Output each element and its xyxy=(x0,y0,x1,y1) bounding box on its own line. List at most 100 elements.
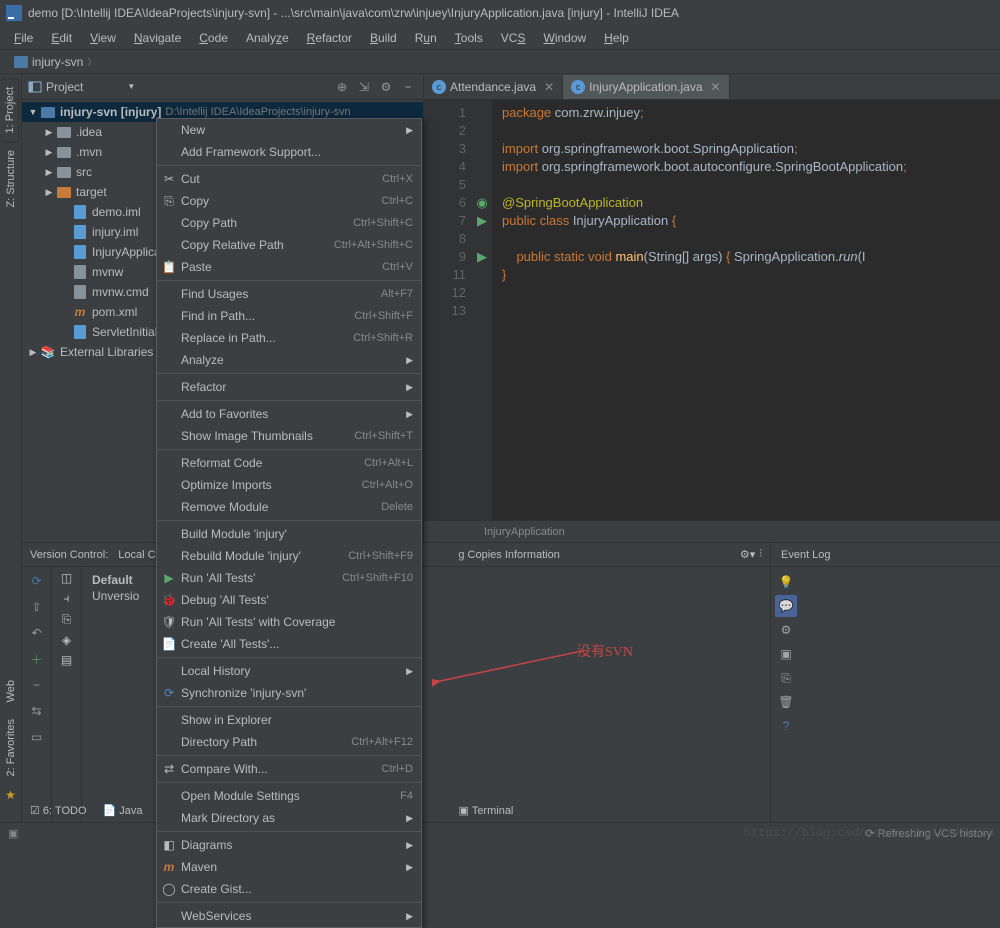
close-icon[interactable]: ✕ xyxy=(711,80,721,94)
hide-icon[interactable]: − xyxy=(399,78,417,96)
menu-optimize-imports[interactable]: Optimize ImportsCtrl+Alt+O xyxy=(157,474,421,496)
menu-find-usages[interactable]: Find UsagesAlt+F7 xyxy=(157,283,421,305)
tab-favorites[interactable]: 2: Favorites xyxy=(3,711,19,784)
balloon-icon[interactable]: 💡 xyxy=(775,571,797,593)
add-icon[interactable]: ＋ xyxy=(27,649,47,669)
changelist-unversioned[interactable]: Unversio xyxy=(92,589,139,603)
refresh-icon[interactable]: ⟳ xyxy=(27,571,47,591)
maven-icon: m xyxy=(161,859,177,875)
vcs-wc-info[interactable]: g Copies Information xyxy=(458,549,560,561)
menu-debug-all-tests[interactable]: 🐞Debug 'All Tests' xyxy=(157,589,421,611)
editor-tab-injury-app[interactable]: c InjuryApplication.java ✕ xyxy=(563,75,729,99)
tab-java[interactable]: 📄 Java xyxy=(103,804,143,817)
menu-run[interactable]: Run xyxy=(407,29,445,47)
menu-webservices[interactable]: WebServices▶ xyxy=(157,905,421,927)
star-icon[interactable]: ★ xyxy=(5,788,16,802)
menu-navigate[interactable]: Navigate xyxy=(126,29,189,47)
gear-icon[interactable]: ⚙ xyxy=(377,78,395,96)
shelf-icon[interactable]: ▭ xyxy=(27,727,47,747)
run-gutter-icon[interactable]: ▶ xyxy=(477,249,487,265)
menu-analyze[interactable]: Analyze xyxy=(238,29,297,47)
commit-icon[interactable]: ⇧ xyxy=(27,597,47,617)
menu-window[interactable]: Window xyxy=(535,29,594,47)
menu-build-module[interactable]: Build Module 'injury' xyxy=(157,523,421,545)
remove-icon[interactable]: − xyxy=(27,675,47,695)
title-bar: demo [D:\Intellij IDEA\IdeaProjects\inju… xyxy=(0,0,1000,26)
menu-synchronize[interactable]: ⟳Synchronize 'injury-svn' xyxy=(157,682,421,704)
menu-reformat[interactable]: Reformat CodeCtrl+Alt+L xyxy=(157,452,421,474)
spring-boot-icon[interactable]: ◉ xyxy=(476,195,487,211)
editor-body[interactable]: 123456789111213 ◉ ▶ ▶ package com.zrw.in… xyxy=(424,100,1000,520)
menu-maven[interactable]: mMaven▶ xyxy=(157,856,421,878)
settings-icon[interactable]: ⚙ xyxy=(775,619,797,641)
help-icon[interactable]: ? xyxy=(775,715,797,737)
hide-icon[interactable]: ⫶ xyxy=(759,548,762,561)
menu-compare-with[interactable]: ⇄Compare With...Ctrl+D xyxy=(157,758,421,780)
menu-run-coverage[interactable]: 🛡Run 'All Tests' with Coverage xyxy=(157,611,421,633)
tab-structure[interactable]: Z: Structure xyxy=(3,142,19,215)
revert-icon[interactable]: ↶ xyxy=(27,623,47,643)
tab-terminal[interactable]: ▣ Terminal xyxy=(459,804,514,817)
menu-cut[interactable]: ✂CutCtrl+X xyxy=(157,168,421,190)
menu-copy[interactable]: ⎘CopyCtrl+C xyxy=(157,190,421,212)
menu-new[interactable]: New▶ xyxy=(157,119,421,141)
changelist-default[interactable]: Default xyxy=(92,573,139,587)
tab-project[interactable]: 1: Project xyxy=(2,78,19,142)
gear-icon[interactable]: ⚙▾ xyxy=(740,548,755,561)
filter-icon[interactable]: ▤ xyxy=(61,653,72,667)
mark-read-icon[interactable]: ▣ xyxy=(775,643,797,665)
menu-copy-path[interactable]: Copy PathCtrl+Shift+C xyxy=(157,212,421,234)
menu-analyze[interactable]: Analyze▶ xyxy=(157,349,421,371)
locate-icon[interactable]: ⊕ xyxy=(333,78,351,96)
menu-remove-module[interactable]: Remove ModuleDelete xyxy=(157,496,421,518)
group-icon[interactable]: ◫ xyxy=(61,571,72,585)
code-content[interactable]: package com.zrw.injuey; import org.sprin… xyxy=(492,100,907,520)
delete-icon[interactable]: 🗑 xyxy=(775,691,797,713)
menu-paste[interactable]: 📋PasteCtrl+V xyxy=(157,256,421,278)
menu-create-gist[interactable]: ◯Create Gist... xyxy=(157,878,421,900)
copy-icon[interactable]: ⎘ xyxy=(775,667,797,689)
tab-todo[interactable]: ☑ 6: TODO xyxy=(30,804,87,817)
diff-icon[interactable]: ⇆ xyxy=(27,701,47,721)
menu-replace-in-path[interactable]: Replace in Path...Ctrl+Shift+R xyxy=(157,327,421,349)
menu-file[interactable]: File xyxy=(6,29,41,47)
menu-find-in-path[interactable]: Find in Path...Ctrl+Shift+F xyxy=(157,305,421,327)
menu-show-explorer[interactable]: Show in Explorer xyxy=(157,709,421,731)
editor-breadcrumb[interactable]: InjuryApplication xyxy=(424,520,1000,542)
menu-code[interactable]: Code xyxy=(191,29,236,47)
menu-copy-rel-path[interactable]: Copy Relative PathCtrl+Alt+Shift+C xyxy=(157,234,421,256)
menu-diagrams[interactable]: ◧Diagrams▶ xyxy=(157,834,421,856)
menu-run-all-tests[interactable]: ▶Run 'All Tests'Ctrl+Shift+F10 xyxy=(157,567,421,589)
menu-mark-directory[interactable]: Mark Directory as▶ xyxy=(157,807,421,829)
preview-icon[interactable]: ◈ xyxy=(62,633,71,647)
menu-vcs[interactable]: VCS xyxy=(493,29,534,47)
menu-module-settings[interactable]: Open Module SettingsF4 xyxy=(157,785,421,807)
left-gutter: 1: Project Z: Structure Web 2: Favorites… xyxy=(0,74,22,822)
menu-refactor[interactable]: Refactor xyxy=(299,29,360,47)
run-gutter-icon[interactable]: ▶ xyxy=(477,213,487,229)
menu-create-tests[interactable]: 📄Create 'All Tests'... xyxy=(157,633,421,655)
menu-show-thumbnails[interactable]: Show Image ThumbnailsCtrl+Shift+T xyxy=(157,425,421,447)
editor-tab-attendance[interactable]: c Attendance.java ✕ xyxy=(424,75,563,99)
copy-icon[interactable]: ⎘ xyxy=(62,612,72,627)
menu-view[interactable]: View xyxy=(82,29,124,47)
menu-rebuild-module[interactable]: Rebuild Module 'injury'Ctrl+Shift+F9 xyxy=(157,545,421,567)
project-view-dropdown[interactable]: Project ▼ xyxy=(28,80,327,94)
status-icon[interactable]: ▣ xyxy=(8,827,18,840)
menu-add-favorites[interactable]: Add to Favorites▶ xyxy=(157,403,421,425)
menu-tools[interactable]: Tools xyxy=(447,29,491,47)
menu-directory-path[interactable]: Directory PathCtrl+Alt+F12 xyxy=(157,731,421,753)
breadcrumb-root[interactable]: injury-svn 〉 xyxy=(6,53,104,71)
menu-local-history[interactable]: Local History▶ xyxy=(157,660,421,682)
menu-add-framework[interactable]: Add Framework Support... xyxy=(157,141,421,163)
vcs-secondary-toolbar: ◫ ⫞ ⎘ ◈ ▤ xyxy=(52,567,82,822)
expand-icon[interactable]: ⫞ xyxy=(63,591,69,606)
close-icon[interactable]: ✕ xyxy=(544,80,554,94)
speech-icon[interactable]: 💬 xyxy=(775,595,797,617)
menu-help[interactable]: Help xyxy=(596,29,637,47)
menu-refactor[interactable]: Refactor▶ xyxy=(157,376,421,398)
collapse-icon[interactable]: ⇲ xyxy=(355,78,373,96)
menu-edit[interactable]: Edit xyxy=(43,29,80,47)
tab-web[interactable]: Web xyxy=(3,672,19,710)
menu-build[interactable]: Build xyxy=(362,29,405,47)
